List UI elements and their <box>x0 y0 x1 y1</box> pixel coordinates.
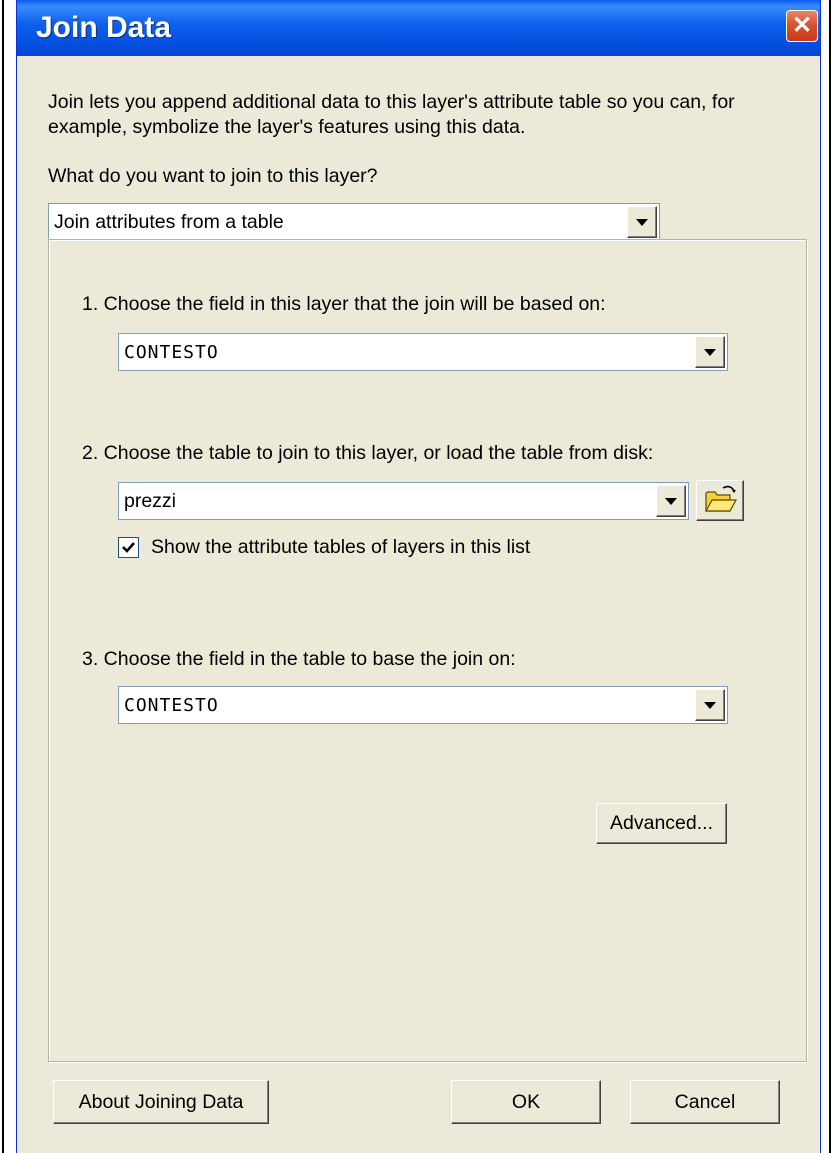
join-table-select[interactable]: prezzi <box>118 482 689 520</box>
step1-label: 1. Choose the field in this layer that t… <box>82 293 606 315</box>
join-type-value: Join attributes from a table <box>54 210 284 233</box>
title-bar[interactable]: Join Data ✕ <box>17 0 820 56</box>
left-border-line <box>2 0 4 1153</box>
table-field-select[interactable]: CONTESTO <box>118 686 728 724</box>
chevron-down-icon <box>665 498 677 505</box>
cancel-button[interactable]: Cancel <box>630 1080 780 1124</box>
about-joining-data-button[interactable]: About Joining Data <box>53 1080 269 1124</box>
show-attribute-tables-label: Show the attribute tables of layers in t… <box>151 536 531 558</box>
join-table-dropdown-button[interactable] <box>656 485 686 517</box>
table-field-value: CONTESTO <box>124 694 219 716</box>
join-table-value: prezzi <box>124 489 177 512</box>
layer-field-select[interactable]: CONTESTO <box>118 333 728 371</box>
chevron-down-icon <box>704 349 716 356</box>
close-button[interactable]: ✕ <box>786 10 818 42</box>
cancel-button-label: Cancel <box>674 1090 736 1113</box>
join-data-dialog: Join Data ✕ Join lets you append additio… <box>16 0 821 1153</box>
join-question-label: What do you want to join to this layer? <box>48 165 378 187</box>
open-folder-icon <box>704 485 738 512</box>
checkmark-icon <box>122 542 135 553</box>
table-field-dropdown-button[interactable] <box>695 689 725 721</box>
layer-field-value: CONTESTO <box>124 341 219 363</box>
intro-text: Join lets you append additional data to … <box>48 91 735 138</box>
step3-label: 3. Choose the field in the table to base… <box>82 648 516 670</box>
close-icon: ✕ <box>791 12 813 39</box>
browse-table-button[interactable] <box>696 480 744 521</box>
advanced-button[interactable]: Advanced... <box>596 803 727 844</box>
layer-field-dropdown-button[interactable] <box>695 336 725 368</box>
about-joining-data-label: About Joining Data <box>78 1090 244 1113</box>
join-type-select[interactable]: Join attributes from a table <box>48 203 660 241</box>
window-title: Join Data <box>36 11 172 44</box>
chevron-down-icon <box>636 219 648 226</box>
right-border-line <box>829 0 831 1153</box>
show-attribute-tables-checkbox[interactable] <box>118 537 139 558</box>
join-type-dropdown-button[interactable] <box>627 206 657 238</box>
ok-button-label: OK <box>511 1090 541 1113</box>
chevron-down-icon <box>704 702 716 709</box>
step2-label: 2. Choose the table to join to this laye… <box>82 442 654 464</box>
ok-button[interactable]: OK <box>451 1080 601 1124</box>
advanced-button-label: Advanced... <box>610 812 713 834</box>
